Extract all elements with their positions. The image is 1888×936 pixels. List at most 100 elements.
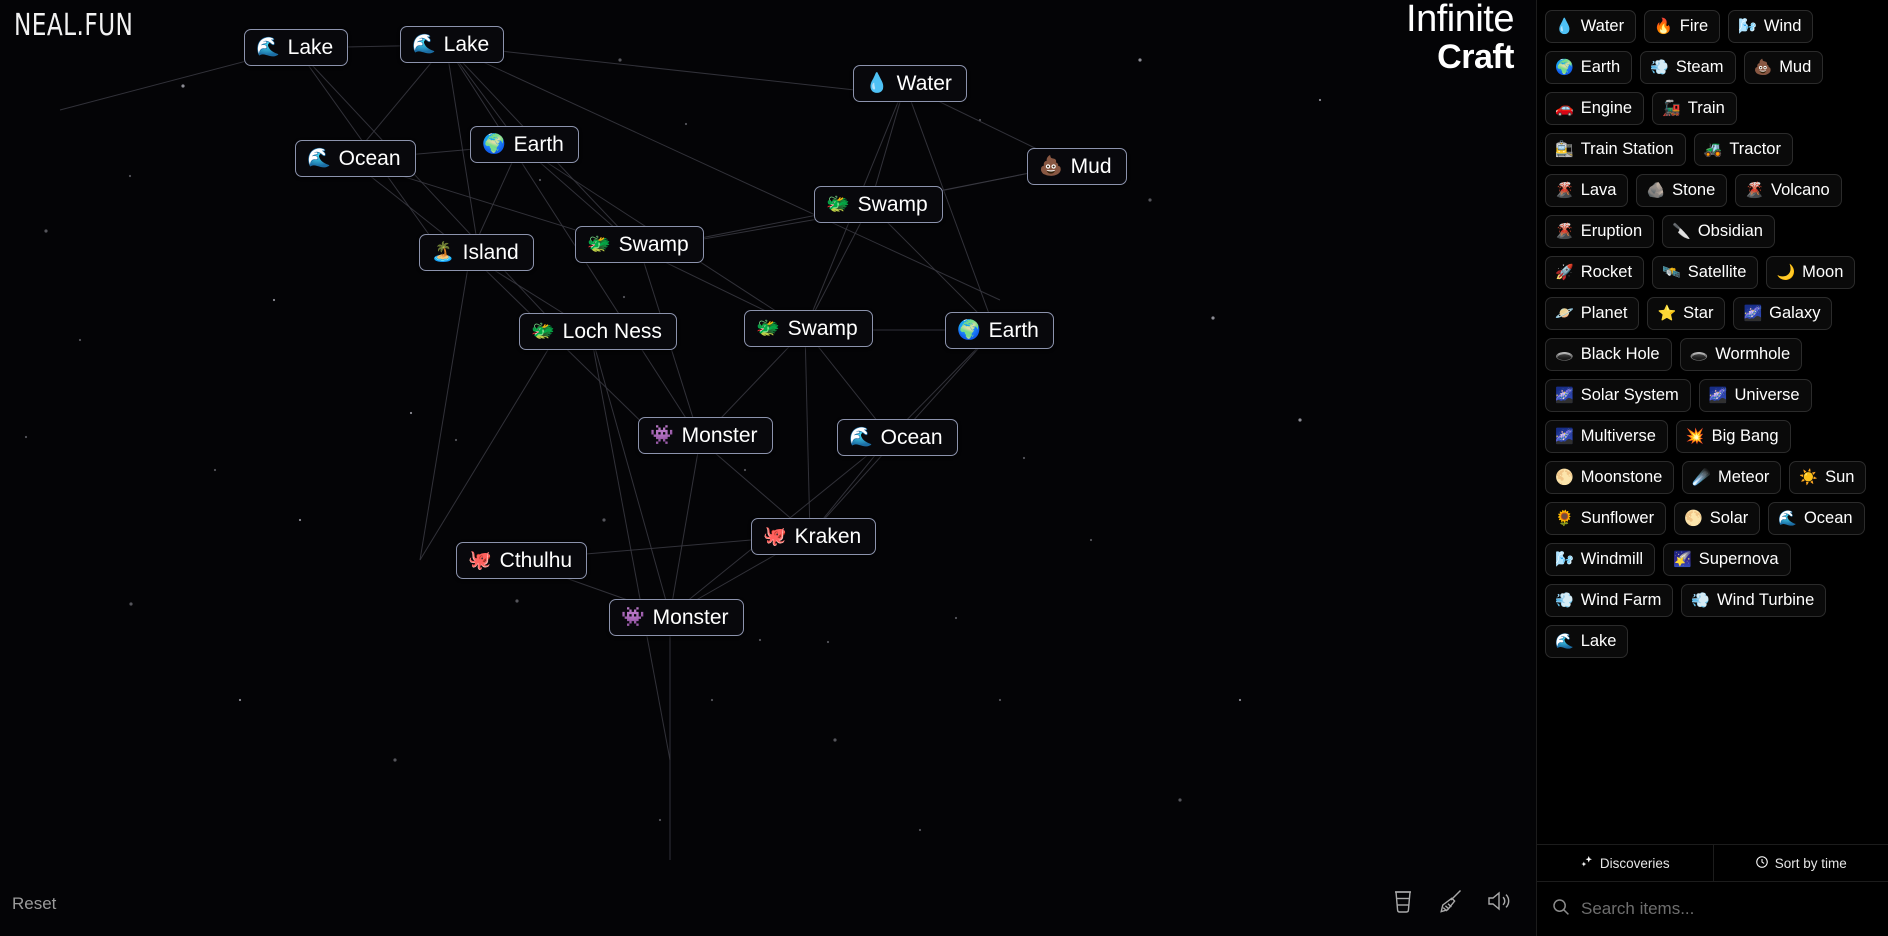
clock-icon — [1755, 855, 1769, 872]
sidebar-item[interactable]: 🌊 Lake — [1545, 624, 1629, 658]
sidebar-item[interactable]: 🌬️ Windmill — [1545, 542, 1656, 576]
sidebar-item[interactable]: 🌙 Moon — [1766, 255, 1856, 289]
sidebar-item[interactable]: 🌕 Moonstone — [1545, 460, 1675, 494]
canvas-node[interactable]: 🌍 Earth — [470, 126, 579, 163]
sound-icon[interactable] — [1484, 884, 1514, 918]
canvas-node[interactable]: 🌊 Ocean — [295, 140, 416, 177]
sidebar-item[interactable]: 🔥 Fire — [1644, 10, 1721, 43]
sparkles-icon — [1580, 855, 1594, 872]
sidebar-item-label: Solar System — [1580, 385, 1679, 404]
sidebar-item[interactable]: 🛰️ Satellite — [1652, 255, 1759, 289]
canvas-node-label: Swamp — [857, 193, 928, 216]
sidebar-item[interactable]: 🌠 Supernova — [1663, 542, 1791, 576]
sidebar-item[interactable]: ☀️ Sun — [1789, 460, 1867, 494]
tab-discoveries[interactable]: Discoveries — [1537, 845, 1713, 881]
canvas-node[interactable]: 🐲 Swamp — [575, 226, 704, 263]
sidebar-item[interactable]: 💨 Steam — [1640, 50, 1736, 84]
sidebar-item-label: Stone — [1672, 180, 1716, 199]
sidebar-item-label: Tractor — [1729, 139, 1781, 158]
canvas-node-label: Monster — [652, 606, 729, 629]
sidebar-item-label: Universe — [1734, 385, 1800, 404]
reset-button[interactable]: Reset — [12, 894, 56, 914]
sidebar-item[interactable]: 🌻 Sunflower — [1545, 501, 1667, 535]
tab-sort-by-time[interactable]: Sort by time — [1712, 845, 1888, 881]
sidebar-item[interactable]: 🌌 Solar System — [1545, 378, 1691, 412]
item-emoji-icon: ☄️ — [1692, 468, 1712, 486]
sidebar-item[interactable]: 💨 Wind Farm — [1545, 583, 1674, 617]
sidebar-item[interactable]: 🚂 Train — [1652, 91, 1737, 125]
item-emoji-icon: ⭐ — [1657, 304, 1677, 322]
sidebar-item[interactable]: 💩 Mud — [1743, 50, 1824, 84]
node-emoji-icon: 🐙 — [468, 550, 492, 571]
item-emoji-icon: 🕳️ — [1555, 345, 1574, 363]
item-list[interactable]: 💧 Water 🔥 Fire 🌬️ Wind 🌍 Earth 💨 Steam 💩 Mud 🚗 Engine… — [1537, 0, 1888, 844]
sidebar-item[interactable]: 🚉 Train Station — [1545, 132, 1686, 166]
canvas-node[interactable]: 👾 Monster — [609, 599, 744, 636]
crafting-canvas[interactable]: NEAL.FUN Infinite Craft 🌊 Lake 🌊 Lake 💧 Water… — [0, 0, 1536, 936]
sidebar-item[interactable]: 🌊 Ocean — [1768, 501, 1865, 535]
sidebar-item[interactable]: 🌌 Universe — [1698, 378, 1812, 412]
game-title-line1: Infinite — [1406, 0, 1514, 40]
sidebar-item[interactable]: 💥 Big Bang — [1675, 419, 1791, 453]
canvas-node[interactable]: 🌍 Earth — [945, 312, 1054, 349]
sidebar-item[interactable]: 🌌 Multiverse — [1545, 419, 1668, 453]
item-emoji-icon: 🌍 — [1555, 58, 1574, 76]
sidebar-item[interactable]: 🪨 Stone — [1636, 173, 1728, 207]
sidebar-item[interactable]: 💨 Wind Turbine — [1681, 583, 1827, 617]
search-input[interactable] — [1581, 899, 1874, 919]
neal-fun-logo[interactable]: NEAL.FUN — [14, 8, 133, 43]
sidebar-item-label: Star — [1683, 303, 1714, 322]
sidebar-item-label: Rocket — [1580, 262, 1633, 281]
sidebar-item[interactable]: 🌍 Earth — [1545, 50, 1633, 84]
canvas-node[interactable]: 🐲 Swamp — [744, 310, 873, 347]
item-emoji-icon: 🚀 — [1555, 263, 1574, 281]
sidebar-item-label: Planet — [1580, 303, 1628, 322]
sidebar-item[interactable]: 💧 Water — [1545, 10, 1637, 43]
canvas-node[interactable]: 🌊 Lake — [244, 29, 349, 66]
coffee-icon[interactable] — [1388, 884, 1418, 918]
item-emoji-icon: 🔪 — [1672, 222, 1691, 240]
sidebar-item[interactable]: 🕳️ Black Hole — [1545, 337, 1672, 371]
sidebar-item-label: Wind Farm — [1580, 590, 1662, 609]
canvas-node-label: Earth — [513, 133, 564, 156]
item-emoji-icon: 🌌 — [1743, 304, 1763, 322]
canvas-node[interactable]: 👾 Monster — [638, 417, 773, 454]
sidebar-item[interactable]: 🪐 Planet — [1545, 296, 1640, 330]
sidebar-item-label: Lava — [1580, 180, 1617, 199]
canvas-node[interactable]: 🐙 Kraken — [751, 518, 877, 555]
canvas-node[interactable]: 🐲 Swamp — [814, 186, 943, 223]
sidebar-item-label: Water — [1580, 17, 1625, 35]
sidebar-item[interactable]: ⭐ Star — [1647, 296, 1726, 330]
broom-icon[interactable] — [1436, 884, 1466, 918]
sidebar-item[interactable]: 🌕 Solar — [1674, 501, 1761, 535]
node-emoji-icon: 🐲 — [826, 194, 850, 215]
canvas-node[interactable]: 🐙 Cthulhu — [456, 542, 588, 579]
sidebar-item-label: Moonstone — [1580, 467, 1663, 486]
sidebar-item[interactable]: 🌋 Lava — [1545, 173, 1629, 207]
sidebar-item[interactable]: 🌌 Galaxy — [1733, 296, 1833, 330]
sidebar-item-label: Sun — [1825, 467, 1855, 486]
canvas-node[interactable]: 💩 Mud — [1027, 148, 1127, 185]
canvas-node[interactable]: 💧 Water — [853, 65, 967, 102]
sidebar-item[interactable]: 🚀 Rocket — [1545, 255, 1645, 289]
canvas-node[interactable]: 🌊 Lake — [400, 26, 505, 63]
sidebar-item[interactable]: 🌋 Volcano — [1735, 173, 1842, 207]
sidebar-item[interactable]: 🚗 Engine — [1545, 91, 1645, 125]
sidebar-item[interactable]: 🔪 Obsidian — [1662, 214, 1775, 248]
sidebar-item-label: Multiverse — [1580, 426, 1656, 445]
sidebar-item[interactable]: ☄️ Meteor — [1682, 460, 1782, 494]
sidebar-item-label: Wormhole — [1715, 344, 1791, 363]
canvas-node-label: Lake — [443, 33, 490, 56]
item-emoji-icon: 💧 — [1555, 17, 1574, 35]
sidebar-item-label: Volcano — [1770, 180, 1830, 199]
sidebar-item[interactable]: 🕳️ Wormhole — [1679, 337, 1803, 371]
canvas-node[interactable]: 🌊 Ocean — [837, 419, 958, 456]
canvas-node[interactable]: 🏝️ Island — [419, 234, 534, 271]
sidebar-item[interactable]: 🌋 Eruption — [1545, 214, 1655, 248]
item-emoji-icon: 🌋 — [1745, 181, 1764, 199]
item-emoji-icon: 🌊 — [1555, 632, 1574, 650]
canvas-node[interactable]: 🐲 Loch Ness — [519, 313, 677, 350]
item-emoji-icon: 🌬️ — [1738, 17, 1757, 35]
sidebar-item[interactable]: 🚜 Tractor — [1693, 132, 1793, 166]
sidebar-item[interactable]: 🌬️ Wind — [1728, 10, 1814, 43]
